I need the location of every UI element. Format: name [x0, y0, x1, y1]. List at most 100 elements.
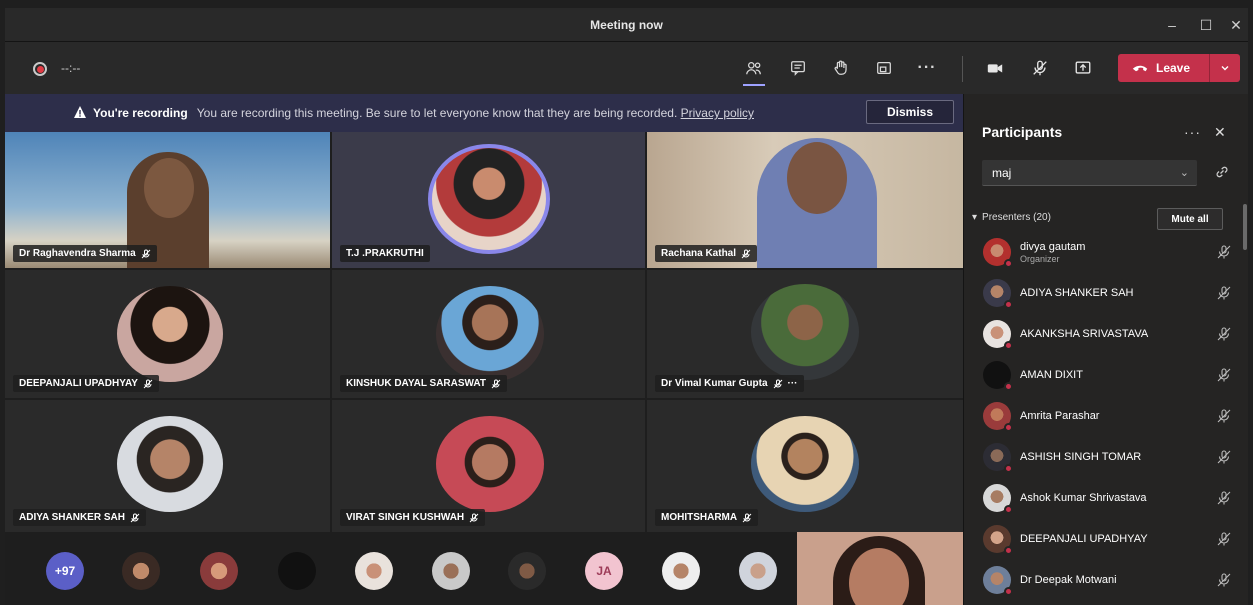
avatar [983, 361, 1013, 391]
avatar [983, 443, 1013, 473]
maximize-button[interactable]: ☐ [1191, 14, 1221, 36]
tile-name-label: ADIYA SHANKER SAH [13, 509, 146, 526]
leave-label: Leave [1156, 61, 1191, 75]
video-tile[interactable]: ADIYA SHANKER SAH [5, 400, 330, 532]
participant-avatar [751, 284, 859, 380]
share-screen-button[interactable] [1069, 54, 1097, 82]
participant-row[interactable]: divya gautam Organizer [974, 234, 1234, 270]
participant-row[interactable]: Amrita Parashar [974, 398, 1234, 434]
panel-title: Participants [982, 124, 1063, 140]
chat-button[interactable] [784, 54, 812, 82]
mic-muted-icon[interactable] [1216, 490, 1232, 506]
panel-more-icon[interactable]: ··· [1184, 124, 1201, 140]
participant-row[interactable]: ADIYA SHANKER SAH [974, 275, 1234, 311]
panel-close-icon[interactable]: ✕ [1214, 124, 1226, 141]
participant-row[interactable]: AKANKSHA SRIVASTAVA [974, 316, 1234, 352]
participant-row[interactable]: AMAN DIXIT [974, 357, 1234, 393]
avatar [983, 402, 1013, 432]
video-tile[interactable]: MOHITSHARMA [647, 400, 963, 532]
video-tile[interactable]: VIRAT SINGH KUSHWAH [332, 400, 645, 532]
share-invite-icon[interactable] [1214, 164, 1230, 180]
avatar [983, 279, 1013, 309]
participant-avatar[interactable] [432, 552, 470, 590]
mic-muted-icon[interactable] [1216, 367, 1232, 383]
mute-all-button[interactable]: Mute all [1157, 208, 1223, 230]
banner-message: You are recording this meeting. Be sure … [196, 106, 678, 120]
participant-avatar[interactable] [200, 552, 238, 590]
raise-hand-button[interactable] [827, 54, 855, 82]
privacy-policy-link[interactable]: Privacy policy [681, 106, 754, 120]
video-tile[interactable]: T.J .PRAKRUTHI [332, 132, 645, 268]
participant-avatar[interactable] [739, 552, 777, 590]
participant-avatar[interactable] [662, 552, 700, 590]
tile-name-label: Dr Vimal Kumar Gupta ··· [655, 375, 804, 392]
status-badge [1004, 546, 1013, 555]
participant-avatar[interactable] [278, 552, 316, 590]
mic-muted-icon[interactable] [1216, 572, 1232, 588]
participant-avatar [428, 144, 550, 254]
minimize-button[interactable]: – [1157, 14, 1187, 36]
video-tile[interactable]: KINSHUK DAYAL SARASWAT [332, 270, 645, 398]
status-badge [1004, 464, 1013, 473]
participant-row[interactable]: ASHISH SINGH TOMAR [974, 439, 1234, 475]
title-bar: Meeting now – ☐ ✕ [5, 8, 1248, 42]
mic-muted-icon [1033, 60, 1047, 76]
mic-muted-icon [773, 379, 783, 389]
mic-muted-icon[interactable] [1216, 244, 1232, 260]
meeting-toolbar: --:-- ··· Leave [5, 42, 1248, 94]
presenters-section-header[interactable]: ▾ Presenters (20) [972, 212, 1051, 223]
participant-name: Amrita Parashar [1020, 410, 1100, 422]
mic-muted-icon[interactable] [1216, 408, 1232, 424]
organizer-role: Organizer [1020, 253, 1060, 264]
video-tile[interactable]: Dr Vimal Kumar Gupta ··· [647, 270, 963, 398]
window-title: Meeting now [590, 18, 663, 32]
participant-row[interactable]: DEEPANJALI UPADHYAY [974, 521, 1234, 557]
self-view-video [797, 532, 963, 605]
participant-name: DEEPANJALI UPADHYAY [1020, 533, 1148, 545]
share-icon [1075, 61, 1091, 74]
hang-up-icon [1132, 65, 1148, 72]
toolbar-divider [962, 56, 963, 82]
panel-scrollbar[interactable] [1243, 204, 1247, 250]
tile-name-label: VIRAT SINGH KUSHWAH [340, 509, 486, 526]
close-button[interactable]: ✕ [1221, 14, 1251, 36]
participant-row[interactable]: Ashok Kumar Shrivastava [974, 480, 1234, 516]
meeting-timer: --:-- [61, 61, 81, 75]
participant-avatar[interactable] [508, 552, 546, 590]
participant-row[interactable]: Dr Deepak Motwani [974, 562, 1234, 598]
breakout-rooms-button[interactable] [870, 54, 898, 82]
participant-avatar [436, 286, 544, 382]
mic-muted-icon[interactable] [1216, 531, 1232, 547]
recording-icon [33, 62, 47, 76]
participant-avatar [117, 286, 223, 382]
tile-name-label: KINSHUK DAYAL SARASWAT [340, 375, 508, 392]
leave-button[interactable]: Leave [1118, 54, 1240, 82]
participant-search-input[interactable]: maj ⌄ [982, 160, 1197, 186]
initials-avatar[interactable]: JA [585, 552, 623, 590]
mic-muted-icon[interactable] [1216, 449, 1232, 465]
video-tile[interactable]: Rachana Kathal [647, 132, 963, 268]
avatar [983, 320, 1013, 350]
participant-avatar[interactable] [122, 552, 160, 590]
camera-button[interactable] [981, 54, 1009, 82]
video-tile[interactable]: DEEPANJALI UPADHYAY [5, 270, 330, 398]
tile-more-icon[interactable]: ··· [788, 378, 798, 389]
participant-avatar [117, 416, 223, 512]
collapse-icon: ▾ [972, 212, 978, 223]
participant-name: Ashok Kumar Shrivastava [1020, 492, 1147, 504]
tile-name-label: DEEPANJALI UPADHYAY [13, 375, 159, 392]
mic-muted-icon[interactable] [1216, 326, 1232, 342]
leave-dropdown[interactable] [1210, 63, 1240, 73]
more-actions-button[interactable]: ··· [913, 54, 941, 82]
participants-toggle-button[interactable] [740, 54, 768, 86]
avatar [983, 484, 1013, 514]
participant-strip: +97 JA [5, 532, 797, 605]
mic-muted-icon[interactable] [1216, 285, 1232, 301]
participant-avatar[interactable] [355, 552, 393, 590]
video-tile[interactable]: Dr Raghavendra Sharma [5, 132, 330, 268]
mic-button[interactable] [1026, 54, 1054, 82]
dismiss-button[interactable]: Dismiss [866, 100, 954, 124]
tile-name-label: Dr Raghavendra Sharma [13, 245, 157, 262]
overflow-count[interactable]: +97 [46, 552, 84, 590]
search-value: maj [992, 166, 1012, 180]
